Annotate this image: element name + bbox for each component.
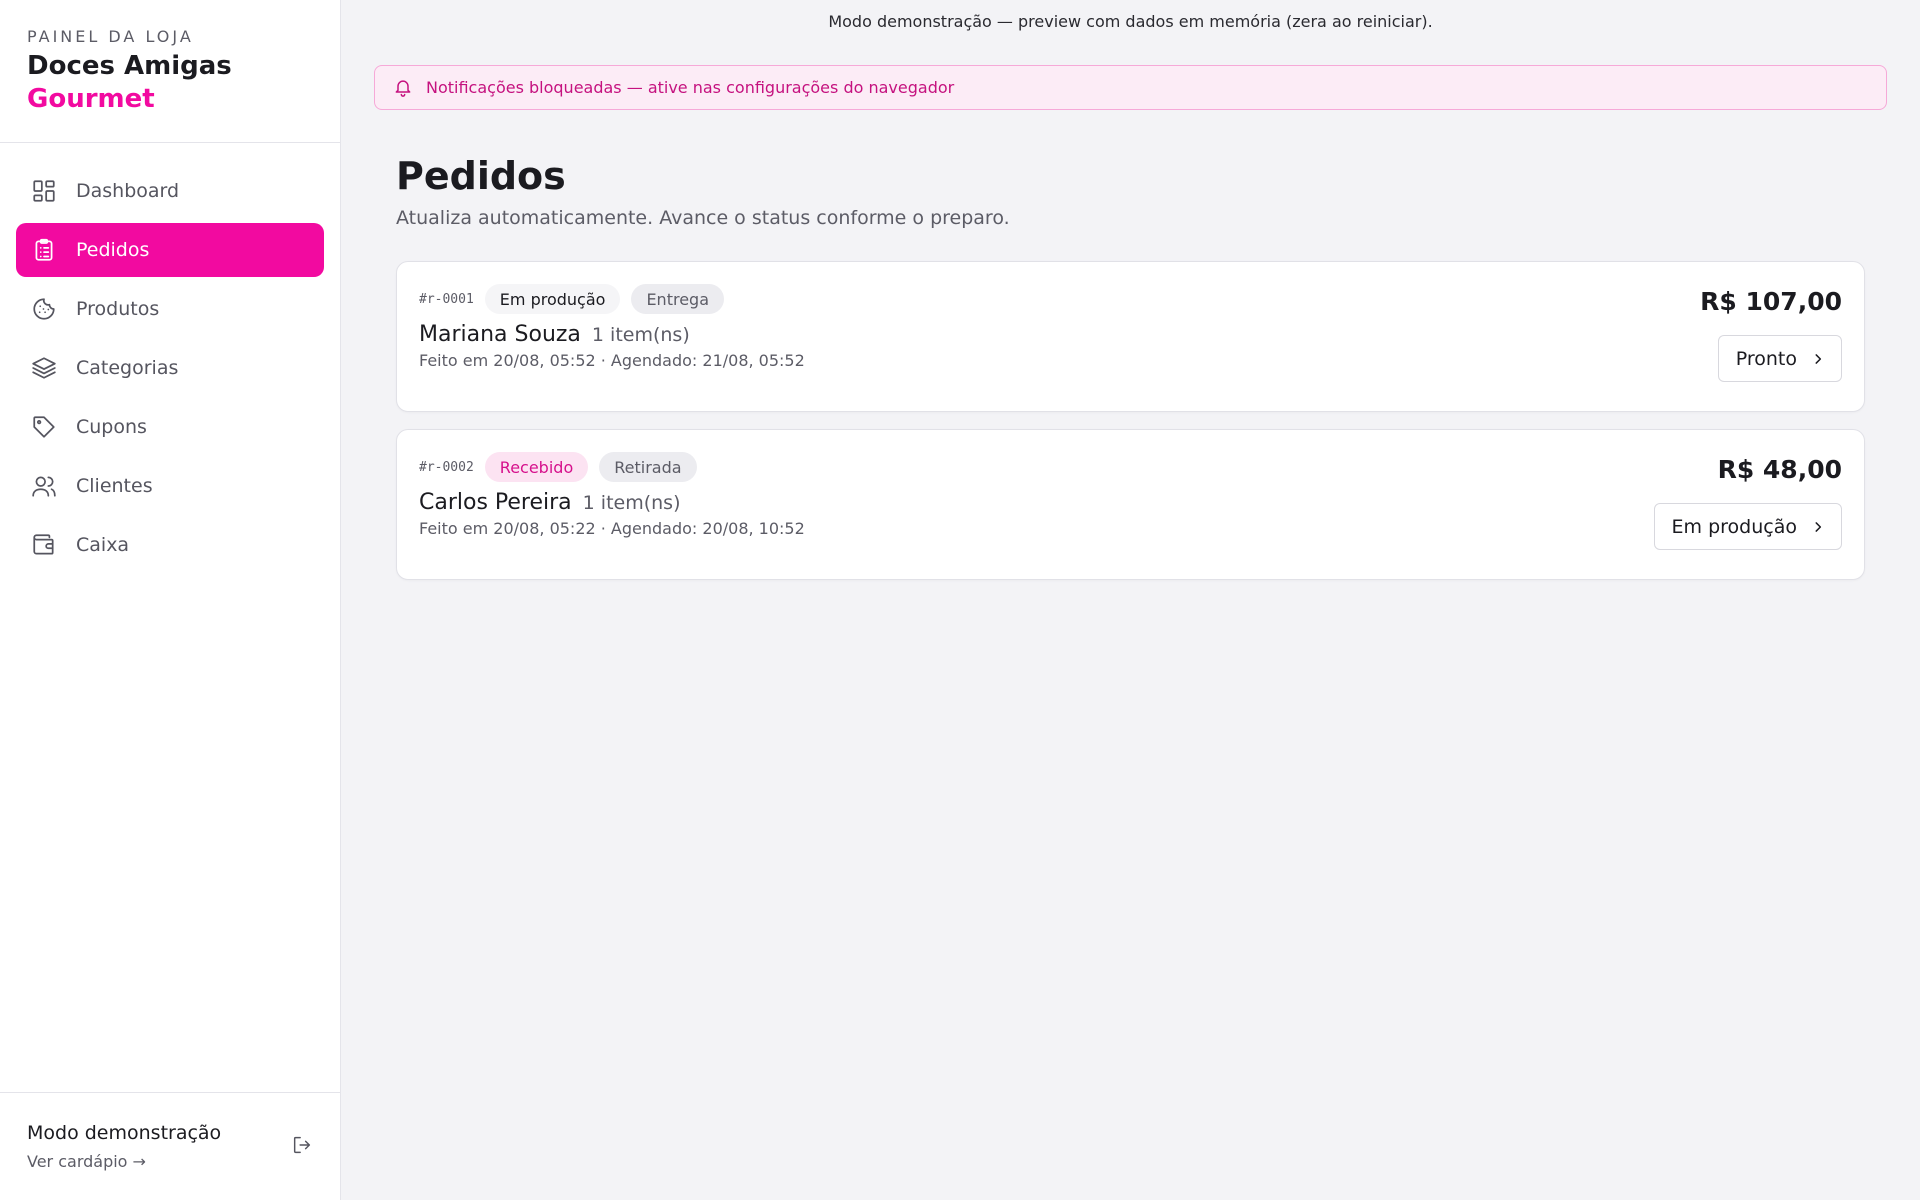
page-title: Pedidos	[396, 154, 566, 198]
order-actions: R$ 107,00 Pronto	[1700, 284, 1842, 411]
order-details: #r-0001 Em produção Entrega Mariana Souz…	[419, 284, 805, 411]
sidebar-item-label: Produtos	[76, 298, 160, 320]
brand-eyebrow: PAINEL DA LOJA	[27, 27, 194, 46]
sidebar-item-produtos[interactable]: Produtos	[16, 282, 324, 336]
order-tags: #r-0002 Recebido Retirada	[419, 452, 805, 482]
customer-name: Carlos Pereira	[419, 490, 572, 515]
sidebar-item-caixa[interactable]: Caixa	[16, 518, 324, 572]
chevron-right-icon	[1811, 352, 1825, 366]
order-total: R$ 48,00	[1717, 455, 1842, 484]
brand-sub: Gourmet	[27, 84, 155, 114]
orders-list: #r-0001 Em produção Entrega Mariana Souz…	[374, 231, 1887, 580]
demo-banner: Modo demonstração — preview com dados em…	[828, 12, 1433, 31]
sidebar-nav: Dashboard Pedidos Produtos Categorias Cu…	[0, 143, 340, 593]
item-count: 1 item(ns)	[582, 492, 681, 514]
sidebar-item-pedidos[interactable]: Pedidos	[16, 223, 324, 277]
order-tags: #r-0001 Em produção Entrega	[419, 284, 805, 314]
brand-name: Doces Amigas	[27, 51, 232, 81]
order-timestamps: Feito em 20/08, 05:52 · Agendado: 21/08,…	[419, 351, 805, 370]
order-total: R$ 107,00	[1700, 287, 1842, 316]
clipboard-icon	[30, 236, 58, 264]
view-menu-link[interactable]: Ver cardápio →	[27, 1150, 221, 1174]
order-timestamps: Feito em 20/08, 05:22 · Agendado: 20/08,…	[419, 519, 805, 538]
users-icon	[30, 472, 58, 500]
sidebar-footer: Modo demonstração Ver cardápio →	[0, 1092, 340, 1200]
order-id: #r-0001	[419, 291, 474, 307]
status-badge: Recebido	[484, 452, 589, 482]
sidebar-item-label: Dashboard	[76, 180, 180, 202]
delivery-type-badge: Retirada	[599, 452, 697, 482]
main-content: Modo demonstração — preview com dados em…	[341, 0, 1920, 1200]
sidebar-item-label: Categorias	[76, 357, 179, 379]
wallet-icon	[30, 531, 58, 559]
delivery-type-badge: Entrega	[631, 284, 724, 314]
dashboard-icon	[30, 177, 58, 205]
customer-name: Mariana Souza	[419, 322, 581, 347]
notification-alert: Notificações bloqueadas — ative nas conf…	[374, 65, 1887, 110]
cookie-icon	[30, 295, 58, 323]
page-header: Pedidos Atualiza automaticamente. Avance…	[374, 110, 1887, 231]
sidebar-item-label: Clientes	[76, 475, 153, 497]
sidebar-item-categorias[interactable]: Categorias	[16, 341, 324, 395]
order-card: #r-0001 Em produção Entrega Mariana Souz…	[396, 261, 1865, 412]
notification-text: Notificações bloqueadas — ative nas conf…	[426, 78, 955, 97]
tag-icon	[30, 413, 58, 441]
footer-info: Modo demonstração Ver cardápio →	[27, 1120, 221, 1174]
advance-status-label: Em produção	[1671, 515, 1797, 538]
order-card: #r-0002 Recebido Retirada Carlos Pereira…	[396, 429, 1865, 580]
order-actions: R$ 48,00 Em produção	[1653, 452, 1842, 579]
brand: PAINEL DA LOJA Doces Amigas Gourmet	[0, 0, 340, 143]
item-count: 1 item(ns)	[591, 324, 690, 346]
chevron-right-icon	[1811, 520, 1825, 534]
content: Notificações bloqueadas — ative nas conf…	[341, 43, 1920, 580]
sidebar: PAINEL DA LOJA Doces Amigas Gourmet Dash…	[0, 0, 341, 1200]
advance-status-label: Pronto	[1735, 347, 1797, 370]
layers-icon	[30, 354, 58, 382]
logout-icon[interactable]	[291, 1134, 313, 1160]
demo-mode-label: Modo demonstração	[27, 1121, 222, 1144]
sidebar-item-clientes[interactable]: Clientes	[16, 459, 324, 513]
advance-status-button[interactable]: Pronto	[1717, 335, 1842, 382]
page-subtitle: Atualiza automaticamente. Avance o statu…	[396, 207, 1010, 229]
sidebar-item-label: Cupons	[76, 416, 147, 438]
sidebar-item-label: Caixa	[76, 534, 130, 556]
advance-status-button[interactable]: Em produção	[1653, 503, 1842, 550]
order-id: #r-0002	[419, 459, 474, 475]
sidebar-item-dashboard[interactable]: Dashboard	[16, 164, 324, 218]
bell-icon	[393, 77, 415, 99]
order-customer: Carlos Pereira 1 item(ns)	[419, 490, 805, 515]
sidebar-item-cupons[interactable]: Cupons	[16, 400, 324, 454]
status-badge: Em produção	[484, 284, 621, 314]
sidebar-item-label: Pedidos	[76, 239, 150, 261]
order-details: #r-0002 Recebido Retirada Carlos Pereira…	[419, 452, 805, 579]
order-customer: Mariana Souza 1 item(ns)	[419, 322, 805, 347]
